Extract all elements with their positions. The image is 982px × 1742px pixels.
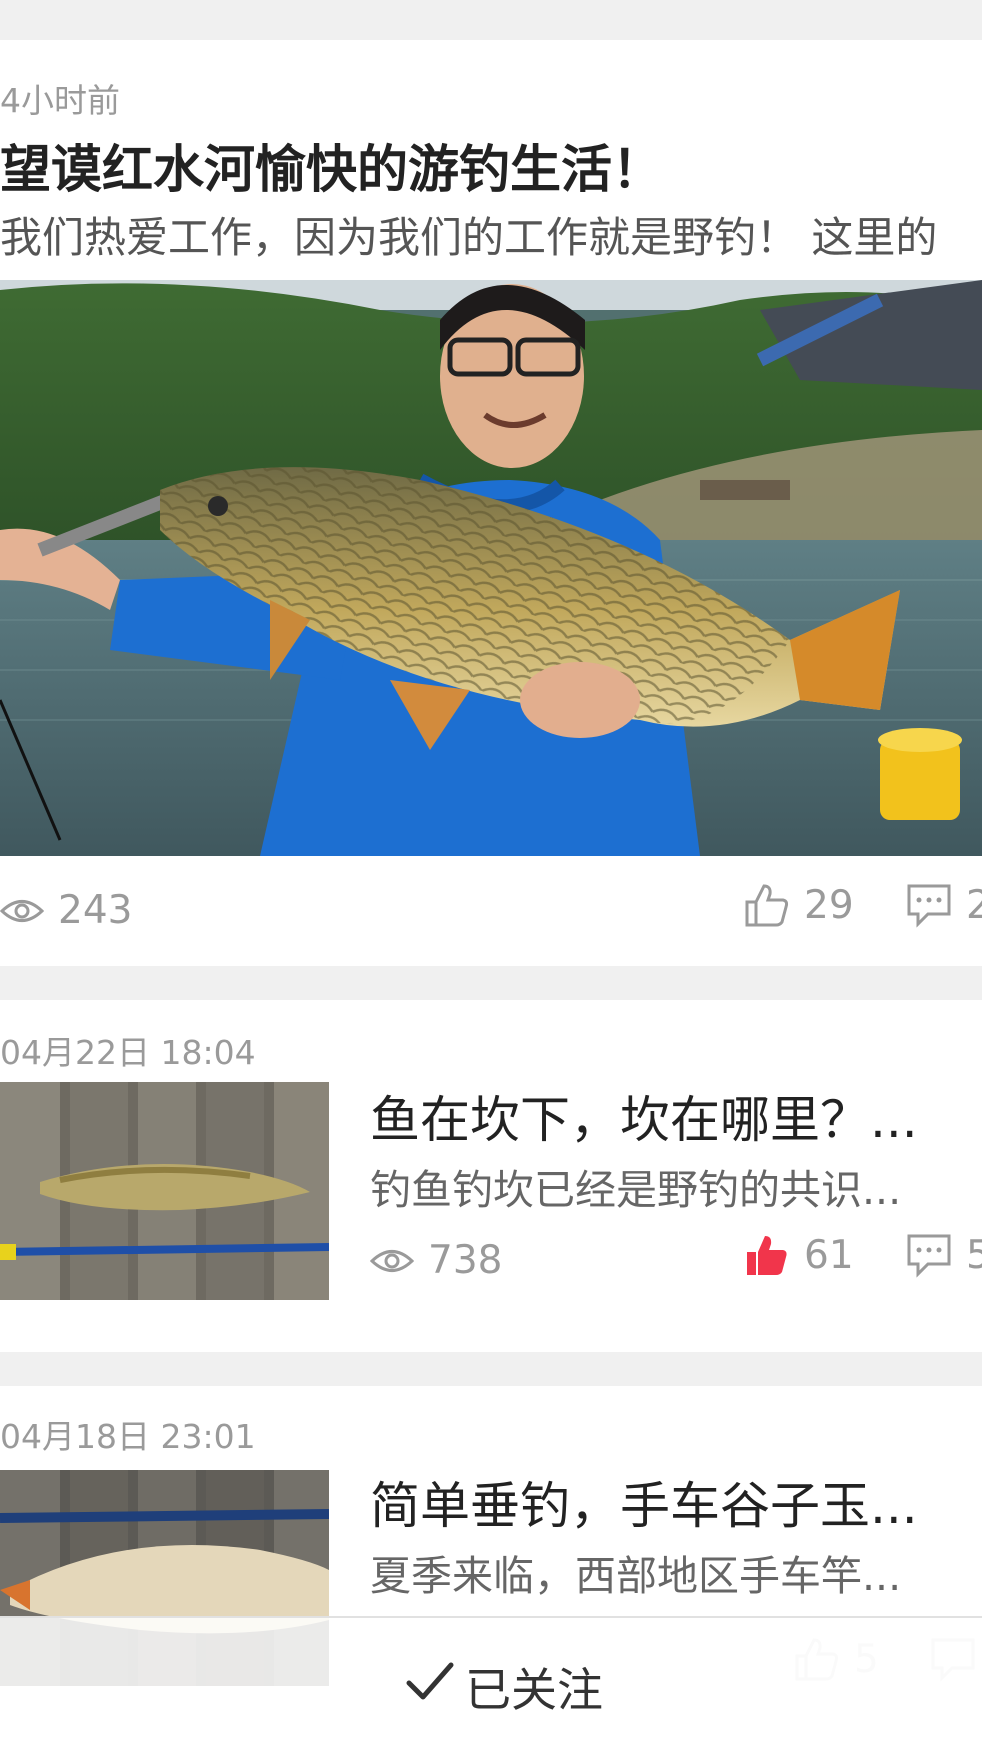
feed-separator — [0, 966, 982, 1000]
post-title[interactable]: 鱼在坎下，坎在哪里？... — [370, 1080, 950, 1152]
feed-separator — [0, 1352, 982, 1386]
view-count-value: 243 — [58, 888, 133, 933]
like-count-value: 29 — [804, 882, 854, 928]
comment-count-value: 2 — [966, 882, 982, 928]
comment-bubble-icon — [906, 882, 952, 928]
post-cover-image[interactable] — [0, 280, 982, 856]
fish-on-deck-photo — [0, 1082, 329, 1300]
post-summary: 钓鱼钓坎已经是野钓的共识... — [370, 1166, 902, 1214]
view-count-value: 738 — [428, 1238, 503, 1283]
view-count: 738 — [370, 1238, 502, 1283]
like-button[interactable]: 29 — [744, 882, 854, 928]
post-thumbnail[interactable] — [0, 1082, 329, 1300]
post-time: 04月22日 18:04 — [0, 1033, 256, 1072]
follow-bar: 已关注 — [0, 1616, 982, 1742]
eye-icon — [0, 896, 44, 926]
feed-separator — [0, 0, 982, 40]
comment-bubble-icon — [906, 1232, 952, 1278]
like-button-liked[interactable]: 61 — [744, 1232, 854, 1278]
following-label: 已关注 — [465, 1663, 603, 1717]
feed-item-card[interactable]: 04月22日 18:04 鱼在坎下，坎在哪里？... 钓鱼钓坎已经是野钓的共识.… — [0, 1000, 982, 1352]
thumbs-up-filled-icon — [744, 1232, 790, 1278]
post-summary: 我们热爱工作，因为我们的工作就是野钓！ 这里的 — [0, 213, 938, 262]
like-count-value: 61 — [804, 1232, 854, 1278]
post-title[interactable]: 简单垂钓，手车谷子玉... — [370, 1466, 950, 1538]
post-summary: 夏季来临，西部地区手车竿... — [370, 1552, 902, 1600]
feed-item-card[interactable]: 4小时前 望谟红水河愉快的游钓生活！ 我们热爱工作，因为我们的工作就是野钓！ 这… — [0, 40, 982, 966]
checkmark-icon — [405, 1660, 455, 1714]
post-time: 4小时前 — [0, 81, 120, 120]
feed-viewport: 4小时前 望谟红水河愉快的游钓生活！ 我们热爱工作，因为我们的工作就是野钓！ 这… — [0, 0, 982, 1742]
post-title[interactable]: 望谟红水河愉快的游钓生活！ — [0, 128, 663, 202]
thumbs-up-icon — [744, 882, 790, 928]
post-time: 04月18日 23:01 — [0, 1417, 256, 1456]
comment-button[interactable]: 5 — [906, 1232, 982, 1278]
view-count: 243 — [0, 888, 132, 933]
following-button[interactable]: 已关注 — [405, 1654, 603, 1720]
eye-icon — [370, 1246, 414, 1276]
comment-count-value: 5 — [966, 1232, 982, 1278]
comment-button[interactable]: 2 — [906, 882, 982, 928]
fishing-photo — [0, 280, 982, 856]
